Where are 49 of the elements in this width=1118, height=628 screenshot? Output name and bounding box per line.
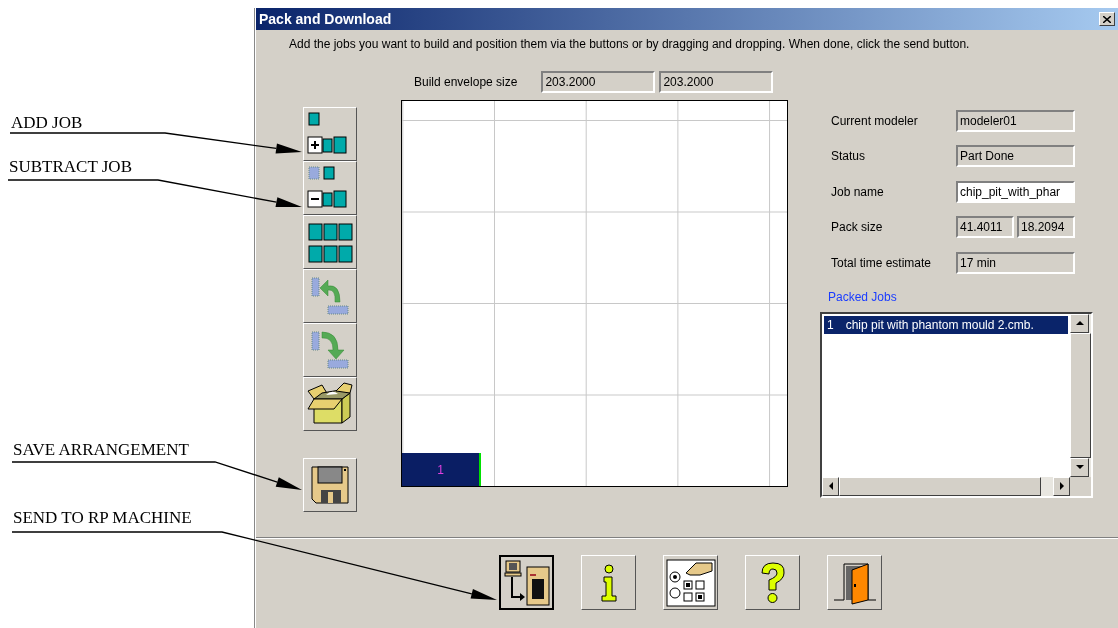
close-icon (1103, 15, 1111, 23)
list-item[interactable]: 1 chip pit with phantom mould 2.cmb. (824, 315, 1068, 334)
job-block[interactable]: 1 (402, 453, 481, 486)
callout-label: SUBTRACT JOB (9, 157, 132, 177)
redo-arrow-icon (308, 328, 352, 372)
callout-label: SEND TO RP MACHINE (13, 508, 192, 528)
list-title: Packed Jobs (828, 289, 898, 306)
up-arrow-icon (1075, 321, 1084, 325)
option-controls-icon (665, 558, 716, 607)
readout-field: 41.4011 (956, 216, 1014, 239)
callout-label: SAVE ARRANGEMENT (13, 440, 189, 460)
field-label: Build envelope size (414, 75, 518, 89)
callout-label: ADD JOB (11, 113, 83, 133)
undo-button[interactable] (303, 269, 357, 323)
exit-button[interactable] (827, 555, 882, 610)
right-arrow-icon (1059, 482, 1064, 490)
field-label: Status (830, 149, 867, 164)
pack-button[interactable] (303, 377, 357, 431)
add-job-button[interactable] (303, 107, 357, 161)
down-arrow-icon (1075, 465, 1084, 469)
field-label: Pack size (830, 220, 884, 235)
readout-field: modeler01 (956, 109, 1075, 132)
instructions-text: Add the jobs you want to build and position them via the buttons or by dragging and dropping. When done, click the send button. (288, 36, 971, 53)
redo-button[interactable] (303, 323, 357, 377)
computer-to-machine-icon (502, 558, 551, 607)
scroll-up-button[interactable] (1070, 313, 1089, 333)
field-label: Total time estimate (830, 255, 933, 270)
input-field[interactable]: chip_pit_with_phar (956, 180, 1075, 203)
options-button[interactable] (663, 555, 718, 610)
info-button[interactable] (581, 555, 636, 610)
help-button[interactable] (745, 555, 800, 610)
envelope-size-field[interactable]: 203.2000 (659, 71, 774, 93)
readout-field: 18.2094 (1017, 216, 1075, 239)
save-arrangement-button[interactable] (303, 458, 357, 512)
vertical-scrollbar[interactable] (1070, 313, 1091, 477)
field-label: Job name (830, 184, 885, 199)
window-title: Pack and Download (259, 11, 392, 27)
arrange-grid-button[interactable] (303, 215, 357, 269)
send-button[interactable] (499, 555, 554, 610)
undo-arrow-icon (308, 274, 352, 318)
subtract-job-button[interactable] (303, 161, 357, 215)
left-arrow-icon (828, 482, 833, 490)
envelope-size-field[interactable]: 203.2000 (541, 71, 656, 93)
readout-field: Part Done (956, 145, 1075, 168)
open-box-icon (306, 381, 354, 427)
field-label: Current modeler (830, 113, 919, 128)
grid-tiles-icon (306, 220, 354, 264)
readout-field: 17 min (956, 251, 1075, 274)
close-button[interactable] (1099, 12, 1115, 26)
